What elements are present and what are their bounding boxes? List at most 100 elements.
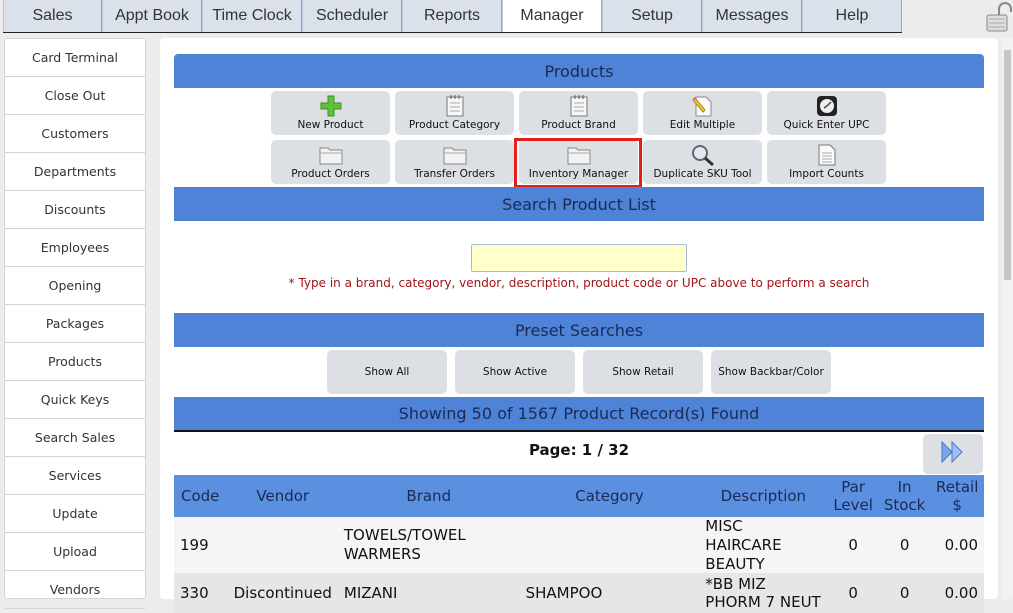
preset-searches-header: Preset Searches — [174, 313, 984, 347]
pencil-document-icon — [691, 95, 715, 117]
page-scrollbar[interactable] — [1002, 38, 1013, 599]
col-code[interactable]: Code — [174, 475, 228, 517]
cell-in-stock: 0 — [878, 517, 931, 574]
cell-retail: 0.00 — [930, 517, 984, 574]
sidebar-item-discounts[interactable]: Discounts — [5, 191, 145, 229]
document-icon — [815, 144, 839, 166]
sidebar-item-card-terminal[interactable]: Card Terminal — [5, 39, 145, 77]
results-summary: Showing 50 of 1567 Product Record(s) Fou… — [174, 397, 984, 432]
products-table: Code Vendor Brand Category Description P… — [174, 475, 984, 613]
col-in-stock[interactable]: In Stock — [878, 475, 931, 517]
col-par-level[interactable]: Par Level — [827, 475, 879, 517]
scrollbar-thumb[interactable] — [1004, 50, 1011, 280]
sidebar-item-departments[interactable]: Departments — [5, 153, 145, 191]
magnifier-icon — [691, 144, 715, 166]
tab-appt-book[interactable]: Appt Book — [102, 0, 202, 32]
import-counts-button[interactable]: Import Counts — [767, 140, 886, 184]
product-brand-button[interactable]: Product Brand — [519, 91, 638, 135]
sidebar-item-upload[interactable]: Upload — [5, 533, 145, 571]
products-header: Products — [174, 54, 984, 88]
transfer-orders-label: Transfer Orders — [414, 168, 495, 180]
cell-code: 330 — [174, 573, 228, 613]
product-search-input[interactable] — [471, 244, 687, 272]
double-chevron-right-icon — [940, 440, 966, 468]
product-category-label: Product Category — [408, 119, 501, 131]
col-category[interactable]: Category — [519, 475, 700, 517]
col-brand[interactable]: Brand — [337, 475, 520, 517]
cell-brand: MIZANI — [337, 573, 520, 613]
product-orders-label: Product Orders — [291, 168, 370, 180]
product-category-button[interactable]: Product Category — [395, 91, 514, 135]
show-all-button[interactable]: Show All — [327, 350, 447, 394]
sidebar-item-employees[interactable]: Employees — [5, 229, 145, 267]
quick-enter-upc-label: Quick Enter UPC — [783, 119, 870, 131]
main-panel: Products New Product Product Category Pr… — [160, 38, 998, 613]
sidebar-item-opening[interactable]: Opening — [5, 267, 145, 305]
cell-description: MISC HAIRCARE BEAUTY — [699, 517, 828, 574]
import-counts-label: Import Counts — [789, 168, 864, 180]
cell-brand: TOWELS/TOWEL WARMERS — [337, 517, 520, 574]
col-description[interactable]: Description — [699, 475, 828, 517]
cell-vendor — [227, 517, 338, 574]
sidebar-item-products[interactable]: Products — [5, 343, 145, 381]
cell-code: 199 — [174, 517, 228, 574]
sidebar-item-services[interactable]: Services — [5, 457, 145, 495]
cell-retail: 0.00 — [930, 573, 984, 613]
cell-par-level: 0 — [827, 573, 879, 613]
top-nav-bar: Sales Appt Book Time Clock Scheduler Rep… — [0, 0, 1013, 34]
folder-icon — [319, 144, 343, 166]
tab-messages[interactable]: Messages — [702, 0, 802, 32]
new-product-label: New Product — [297, 119, 364, 131]
sidebar-item-quick-keys[interactable]: Quick Keys — [5, 381, 145, 419]
table-row[interactable]: 199 TOWELS/TOWEL WARMERS MISC HAIRCARE B… — [174, 517, 984, 574]
tab-sales[interactable]: Sales — [3, 0, 102, 32]
show-backbar-color-button[interactable]: Show Backbar/Color — [711, 350, 831, 394]
sidebar-item-update[interactable]: Update — [5, 495, 145, 533]
sidebar-item-close-out[interactable]: Close Out — [5, 77, 145, 115]
sidebar-item-search-sales[interactable]: Search Sales — [5, 419, 145, 457]
cell-in-stock: 0 — [878, 573, 931, 613]
sidebar-item-vendors[interactable]: Vendors — [5, 571, 145, 609]
tab-scheduler[interactable]: Scheduler — [302, 0, 402, 32]
duplicate-sku-tool-button[interactable]: Duplicate SKU Tool — [643, 140, 762, 184]
sidebar-item-packages[interactable]: Packages — [5, 305, 145, 343]
folder-icon — [443, 144, 467, 166]
tab-setup[interactable]: Setup — [602, 0, 702, 32]
cell-description: *BB MIZ PHORM 7 NEUT — [699, 573, 828, 613]
tab-reports[interactable]: Reports — [402, 0, 502, 32]
cell-vendor: Discontinued — [227, 573, 338, 613]
cell-par-level: 0 — [827, 517, 879, 574]
top-tabs: Sales Appt Book Time Clock Scheduler Rep… — [3, 0, 902, 33]
col-vendor[interactable]: Vendor — [227, 475, 338, 517]
unlocked-padlock-icon[interactable] — [986, 2, 1013, 32]
table-row[interactable]: 330 Discontinued MIZANI SHAMPOO *BB MIZ … — [174, 573, 984, 613]
edit-multiple-label: Edit Multiple — [669, 119, 736, 131]
cell-category — [519, 517, 700, 574]
table-header-row: Code Vendor Brand Category Description P… — [174, 475, 984, 517]
show-retail-button[interactable]: Show Retail — [583, 350, 703, 394]
tab-help[interactable]: Help — [802, 0, 902, 32]
clock-icon — [815, 95, 839, 117]
tab-manager[interactable]: Manager — [502, 0, 602, 32]
inventory-manager-highlight — [514, 138, 642, 188]
product-brand-label: Product Brand — [541, 119, 616, 131]
notepad-icon — [567, 95, 591, 117]
col-retail[interactable]: Retail $ — [930, 475, 984, 517]
new-product-button[interactable]: New Product — [271, 91, 390, 135]
tab-time-clock[interactable]: Time Clock — [202, 0, 302, 32]
duplicate-sku-tool-label: Duplicate SKU Tool — [653, 168, 752, 180]
edit-multiple-button[interactable]: Edit Multiple — [643, 91, 762, 135]
quick-enter-upc-button[interactable]: Quick Enter UPC — [767, 91, 886, 135]
page-indicator: Page: 1 / 32 — [528, 441, 630, 459]
sidebar-item-customers[interactable]: Customers — [5, 115, 145, 153]
manager-sidebar: Card Terminal Close Out Customers Depart… — [4, 38, 146, 609]
next-page-button[interactable] — [923, 434, 983, 474]
product-orders-button[interactable]: Product Orders — [271, 140, 390, 184]
green-plus-icon — [319, 95, 343, 117]
show-active-button[interactable]: Show Active — [455, 350, 575, 394]
transfer-orders-button[interactable]: Transfer Orders — [395, 140, 514, 184]
notepad-icon — [443, 95, 467, 117]
search-header: Search Product List — [174, 187, 984, 221]
search-hint: * Type in a brand, category, vendor, des… — [288, 276, 870, 290]
cell-category: SHAMPOO — [519, 573, 700, 613]
